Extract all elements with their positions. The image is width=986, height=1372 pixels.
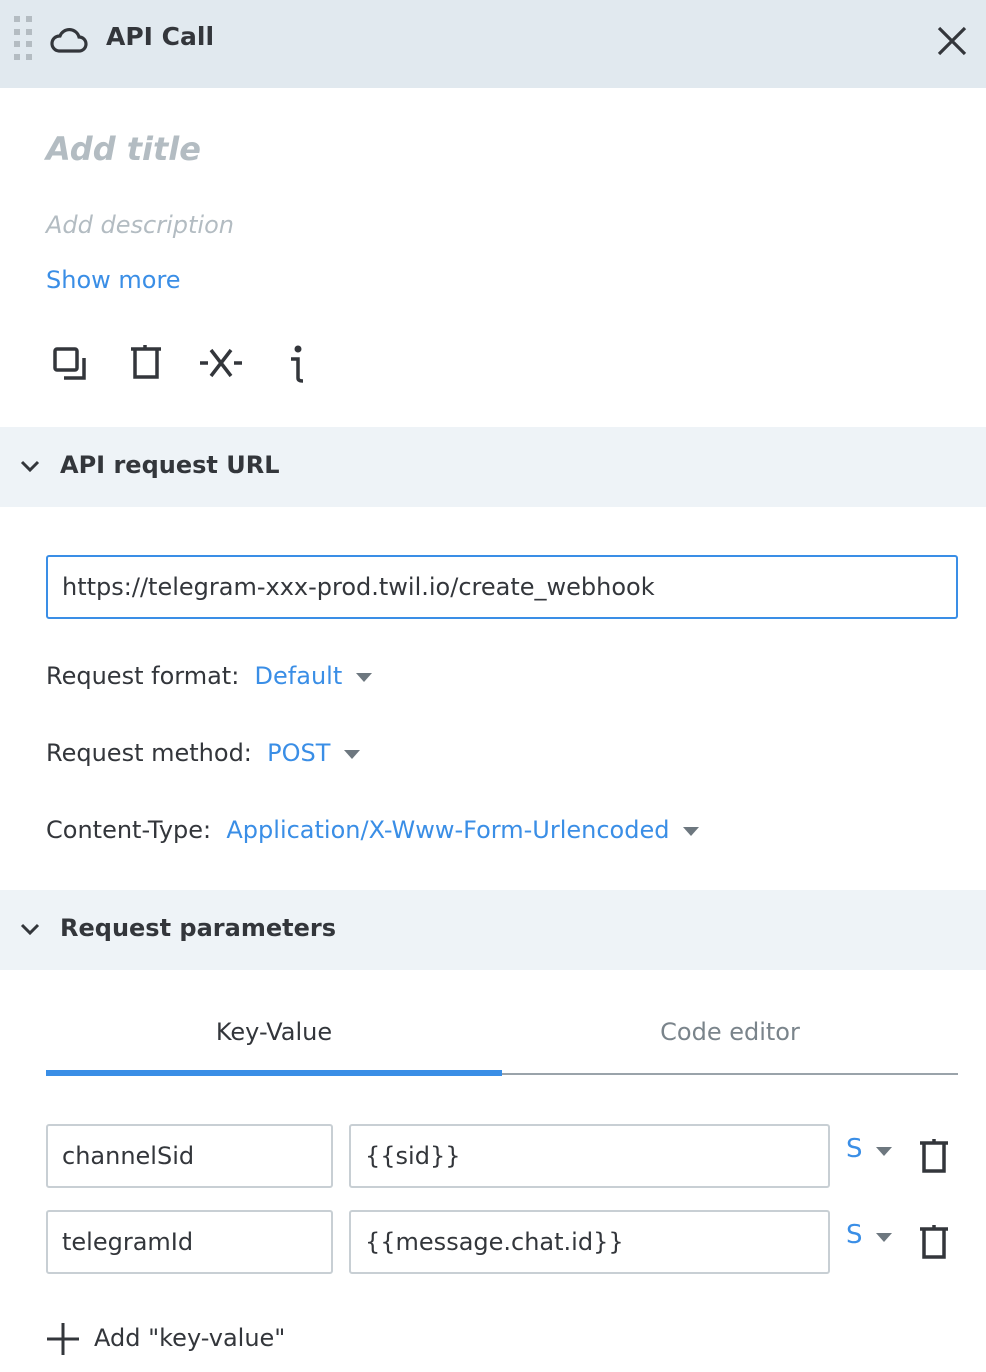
caret-down-icon[interactable] <box>876 1147 892 1156</box>
section-title: API request URL <box>60 451 280 479</box>
param-value-input[interactable]: {{sid}} <box>349 1124 830 1188</box>
section-api-url[interactable]: API request URL <box>0 427 986 507</box>
chevron-down-icon <box>20 460 40 473</box>
tab-key-value[interactable]: Key-Value <box>46 1018 502 1076</box>
format-dropdown[interactable]: Default <box>255 662 343 690</box>
disconnect-icon[interactable] <box>198 346 244 380</box>
chevron-down-icon <box>20 923 40 936</box>
format-label: Request format: <box>46 662 240 690</box>
caret-down-icon[interactable] <box>344 749 361 759</box>
add-key-value-label: Add "key-value" <box>94 1324 286 1352</box>
tab-code-editor[interactable]: Code editor <box>502 1018 958 1046</box>
section-request-params[interactable]: Request parameters <box>0 890 986 970</box>
param-type-dropdown[interactable]: S <box>846 1134 863 1164</box>
param-type-dropdown[interactable]: S <box>846 1220 863 1250</box>
show-more-link[interactable]: Show more <box>46 266 181 294</box>
add-key-value-button[interactable]: Add "key-value" <box>46 1322 285 1356</box>
request-method-row: Request method: POST <box>46 739 361 767</box>
copy-icon[interactable] <box>52 346 88 382</box>
param-key-input[interactable]: channelSid <box>46 1124 333 1188</box>
delete-row-icon[interactable] <box>918 1224 950 1260</box>
content-type-row: Content-Type: Application/X-Www-Form-Url… <box>46 816 700 844</box>
info-icon[interactable] <box>286 344 308 384</box>
cloud-icon <box>50 27 88 53</box>
caret-down-icon[interactable] <box>876 1233 892 1242</box>
plus-icon <box>47 1323 79 1355</box>
content-type-label: Content-Type: <box>46 816 212 844</box>
close-icon[interactable] <box>936 25 968 57</box>
method-label: Request method: <box>46 739 252 767</box>
section-title: Request parameters <box>60 914 336 942</box>
panel-title: API Call <box>106 22 215 51</box>
method-dropdown[interactable]: POST <box>267 739 330 767</box>
title-input[interactable]: Add title <box>46 130 201 168</box>
url-input[interactable]: https://telegram-xxx-prod.twil.io/create… <box>46 555 958 619</box>
param-key-input[interactable]: telegramId <box>46 1210 333 1274</box>
delete-row-icon[interactable] <box>918 1138 950 1174</box>
request-format-row: Request format: Default <box>46 662 373 690</box>
delete-icon[interactable] <box>128 344 164 380</box>
content-type-dropdown[interactable]: Application/X-Www-Form-Urlencoded <box>226 816 669 844</box>
param-value-input[interactable]: {{message.chat.id}} <box>349 1210 830 1274</box>
caret-down-icon[interactable] <box>683 826 700 836</box>
drag-handle-icon[interactable] <box>14 16 32 62</box>
description-input[interactable]: Add description <box>46 211 234 239</box>
panel-header: API Call <box>0 0 986 88</box>
caret-down-icon[interactable] <box>356 672 373 682</box>
